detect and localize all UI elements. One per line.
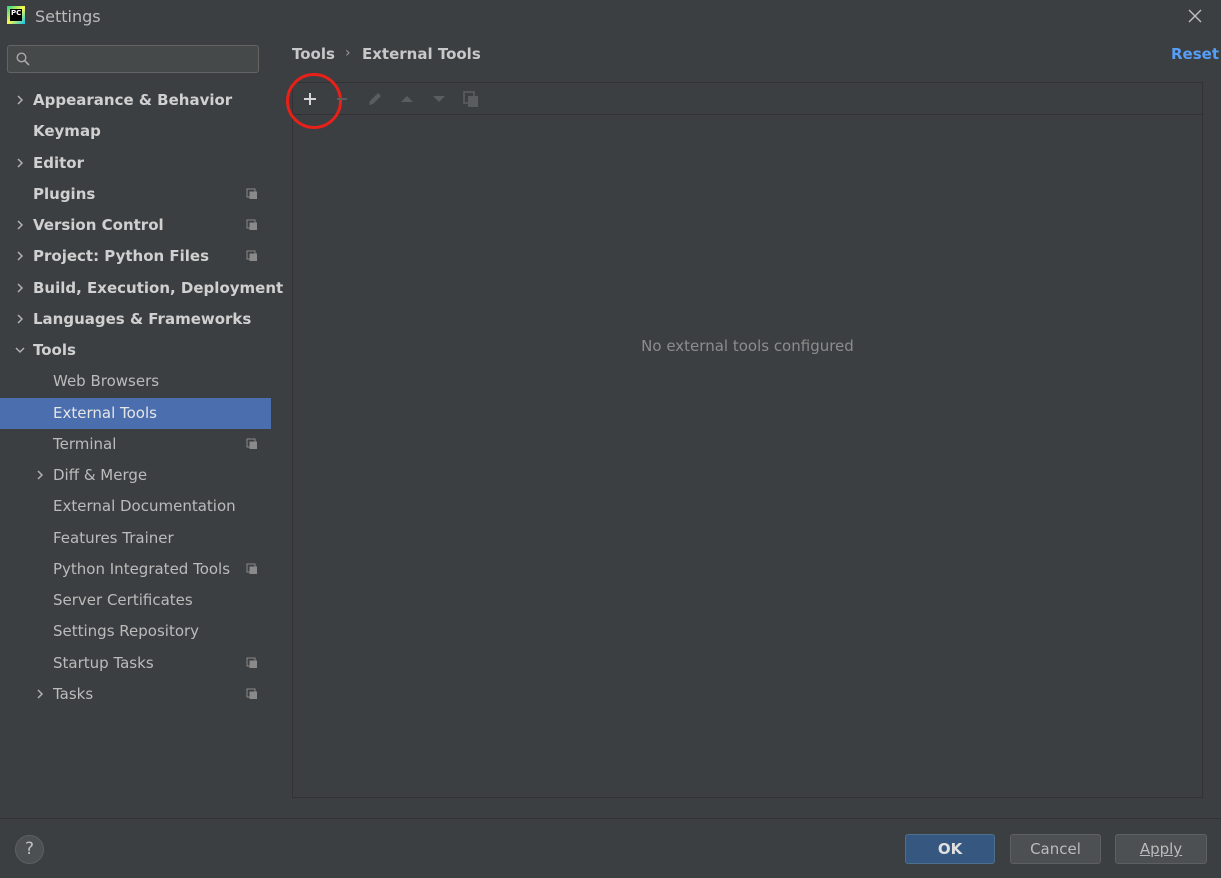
- settings-sidebar: Appearance & Behavior Keymap Editor Plugins…: [0, 33, 283, 818]
- sidebar-item[interactable]: Appearance & Behavior: [0, 85, 271, 116]
- sidebar-item-label: Web Browsers: [53, 372, 160, 390]
- project-scope-icon: [246, 438, 257, 449]
- sidebar-item[interactable]: Plugins: [0, 179, 271, 210]
- window-title: Settings: [35, 7, 101, 26]
- sidebar-item[interactable]: Features Trainer: [0, 523, 271, 554]
- sidebar-item-label: Tools: [33, 341, 76, 359]
- sidebar-item[interactable]: Startup Tasks: [0, 648, 271, 679]
- move-up-icon: [401, 96, 413, 102]
- sidebar-item[interactable]: Tasks: [0, 679, 271, 710]
- project-scope-icon: [246, 563, 257, 574]
- add-button[interactable]: [286, 73, 342, 129]
- logo-text: PC: [10, 9, 22, 21]
- sidebar-item-label: Server Certificates: [53, 591, 193, 609]
- pycharm-logo-icon: PC: [7, 6, 25, 24]
- project-scope-icon: [246, 188, 257, 199]
- sidebar-item-label: Startup Tasks: [53, 654, 154, 672]
- copy-icon: [463, 91, 478, 107]
- empty-state-message: No external tools configured: [641, 337, 854, 355]
- search-input[interactable]: [36, 48, 255, 72]
- close-icon[interactable]: [1185, 6, 1205, 26]
- remove-icon: [337, 98, 347, 100]
- move-down-button[interactable]: [429, 89, 449, 109]
- title-bar: PC Settings: [0, 0, 1221, 33]
- project-scope-icon: [246, 219, 257, 230]
- sidebar-item[interactable]: Editor: [0, 148, 271, 179]
- chevron-right-icon[interactable]: [14, 282, 26, 294]
- sidebar-item-label: Tasks: [53, 685, 94, 703]
- search-icon: [16, 52, 30, 66]
- sidebar-item-label: Keymap: [33, 122, 101, 140]
- sidebar-item[interactable]: Build, Execution, Deployment: [0, 273, 283, 304]
- sidebar-item[interactable]: Server Certificates: [0, 585, 271, 616]
- sidebar-item-label: External Documentation: [53, 497, 236, 515]
- project-scope-icon: [246, 688, 257, 699]
- sidebar-item-label: External Tools: [53, 404, 157, 422]
- sidebar-item[interactable]: Diff & Merge: [0, 460, 271, 491]
- main-panel: Tools › External Tools Reset No external…: [271, 33, 1221, 818]
- sidebar-item[interactable]: Project: Python Files: [0, 241, 271, 272]
- sidebar-item-label: Terminal: [53, 435, 117, 453]
- edit-button[interactable]: [365, 89, 385, 109]
- sidebar-item-label: Plugins: [33, 185, 96, 203]
- sidebar-item-label: Appearance & Behavior: [33, 91, 233, 109]
- breadcrumb-current: External Tools: [362, 45, 481, 63]
- dialog-footer: ? OK Cancel Apply: [0, 818, 1221, 878]
- project-scope-icon: [246, 657, 257, 668]
- sidebar-item[interactable]: External Tools: [0, 398, 271, 429]
- project-scope-icon: [246, 250, 257, 261]
- sidebar-item-label: Features Trainer: [53, 529, 174, 547]
- sidebar-item[interactable]: Languages & Frameworks: [0, 304, 271, 335]
- external-tools-panel: No external tools configured: [286, 73, 1203, 798]
- sidebar-item-label: Editor: [33, 154, 84, 172]
- edit-icon: [369, 93, 381, 105]
- breadcrumb-separator: ›: [345, 45, 351, 61]
- chevron-right-icon[interactable]: [14, 250, 26, 262]
- tools-toolbar: [286, 73, 1202, 129]
- chevron-right-icon[interactable]: [14, 219, 26, 231]
- copy-button[interactable]: [461, 89, 481, 109]
- ok-button[interactable]: OK: [905, 834, 995, 864]
- remove-button[interactable]: [333, 89, 353, 109]
- sidebar-item-label: Diff & Merge: [53, 466, 148, 484]
- move-up-button[interactable]: [397, 89, 417, 109]
- chevron-right-icon[interactable]: [14, 157, 26, 169]
- chevron-right-icon[interactable]: [14, 313, 26, 325]
- sidebar-item[interactable]: External Documentation: [0, 491, 271, 522]
- sidebar-item[interactable]: Settings Repository: [0, 616, 271, 647]
- chevron-right-icon[interactable]: [34, 688, 46, 700]
- sidebar-item[interactable]: Tools: [0, 335, 271, 366]
- sidebar-item-label: Project: Python Files: [33, 247, 210, 265]
- sidebar-item[interactable]: Web Browsers: [0, 366, 271, 397]
- move-down-icon: [433, 96, 445, 102]
- help-button[interactable]: ?: [15, 835, 44, 864]
- sidebar-item-label: Build, Execution, Deployment: [33, 279, 284, 297]
- cancel-button[interactable]: Cancel: [1010, 834, 1101, 864]
- sidebar-item-label: Settings Repository: [53, 622, 200, 640]
- sidebar-item[interactable]: Version Control: [0, 210, 271, 241]
- sidebar-item[interactable]: Keymap: [0, 116, 271, 147]
- chevron-down-icon[interactable]: [14, 344, 26, 356]
- search-box[interactable]: [7, 45, 259, 73]
- sidebar-item-label: Languages & Frameworks: [33, 310, 252, 328]
- chevron-right-icon[interactable]: [34, 469, 46, 481]
- reset-link[interactable]: Reset: [1171, 45, 1219, 63]
- sidebar-item[interactable]: Python Integrated Tools: [0, 554, 271, 585]
- sidebar-item-label: Version Control: [33, 216, 164, 234]
- sidebar-item[interactable]: Terminal: [0, 429, 271, 460]
- breadcrumb-parent[interactable]: Tools: [292, 45, 335, 63]
- chevron-right-icon[interactable]: [14, 94, 26, 106]
- apply-button[interactable]: Apply: [1115, 834, 1207, 864]
- sidebar-item-label: Python Integrated Tools: [53, 560, 231, 578]
- add-icon: [304, 93, 316, 105]
